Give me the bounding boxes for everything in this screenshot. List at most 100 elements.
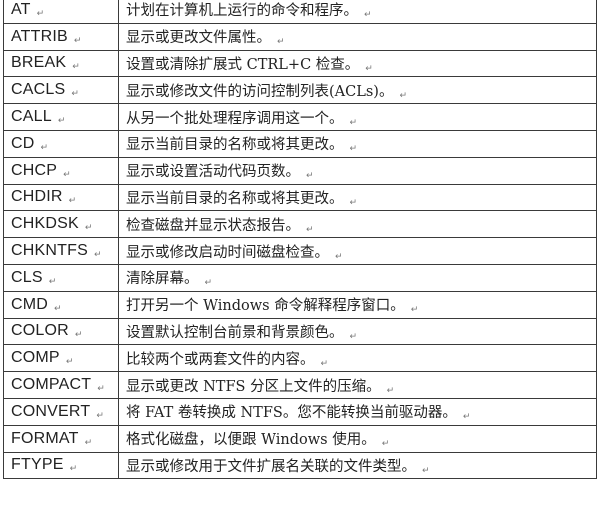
paragraph-mark-icon: ↵ [422,465,430,476]
command-description: 将 FAT 卷转换成 NTFS。您不能转换当前驱动器。 [126,405,457,422]
command-name: CHKDSK [11,215,79,233]
command-description: 打开另一个 Windows 命令解释程序窗口。 [126,298,405,315]
paragraph-mark-icon: ↵ [399,90,407,101]
command-name: FORMAT [11,429,79,447]
command-name: CMD [11,295,49,313]
command-cell: CLS ↵ [3,263,119,292]
description-cell: 将 FAT 卷转换成 NTFS。您不能转换当前驱动器。 ↵ [118,397,597,426]
paragraph-mark-icon: ↵ [48,276,57,287]
table-row: ATTRIB ↵ 显示或更改文件属性。 ↵ [3,22,597,51]
command-cell: CALL ↵ [3,103,119,131]
paragraph-mark-icon: ↵ [349,197,358,208]
command-name: BREAK [11,54,67,72]
paragraph-mark-icon: ↵ [73,35,82,46]
table-row: FORMAT ↵ 格式化磁盘，以便跟 Windows 使用。 ↵ [3,424,597,453]
command-name: COMP [11,349,60,367]
command-description: 设置默认控制台前景和背景颜色。 [126,324,344,341]
paragraph-mark-icon: ↵ [349,117,358,128]
command-table: AT ↵ 计划在计算机上运行的命令和程序。 ↵ ATTRIB ↵ 显示或更改文件属性。 ↵ BR… [3,0,597,480]
command-description: 显示当前目录的名称或将其更改。 [126,190,344,207]
description-cell: 显示或修改用于文件扩展名关联的文件类型。 ↵ [118,451,597,480]
description-cell: 设置或清除扩展式 CTRL+C 检查。 ↵ [118,49,597,78]
command-description: 显示或修改启动时间磁盘检查。 [126,244,329,261]
command-description: 显示或修改用于文件扩展名关联的文件类型。 [126,458,416,475]
description-cell: 打开另一个 Windows 命令解释程序窗口。 ↵ [118,290,597,319]
command-name: CHDIR [11,188,63,206]
command-name: ATTRIB [11,27,68,45]
description-cell: 设置默认控制台前景和背景颜色。 ↵ [118,317,597,346]
command-cell: CHKDSK ↵ [3,210,119,239]
paragraph-mark-icon: ↵ [410,305,419,316]
paragraph-mark-icon: ↵ [335,251,343,262]
paragraph-mark-icon: ↵ [204,278,213,289]
command-cell: CMD ↵ [3,290,119,319]
paragraph-mark-icon: ↵ [84,223,93,234]
paragraph-mark-icon: ↵ [36,8,45,19]
paragraph-mark-icon: ↵ [69,464,78,475]
command-description: 从另一个批处理程序调用这一个。 [126,110,344,127]
description-cell: 格式化磁盘，以便跟 Windows 使用。 ↵ [118,424,597,453]
paragraph-mark-icon: ↵ [462,412,471,423]
table-row: CD ↵ 显示当前目录的名称或将其更改。 ↵ [3,129,597,158]
description-cell: 比较两个或两套文件的内容。 ↵ [118,344,597,373]
paragraph-mark-icon: ↵ [74,330,83,341]
command-description: 显示或更改文件属性。 [126,30,271,47]
command-name: FTYPE [11,456,64,474]
command-name: CACLS [11,81,66,99]
description-cell: 显示或设置活动代码页数。 ↵ [118,156,597,185]
description-cell: 检查磁盘并显示状态报告。 ↵ [118,210,597,239]
table-row: BREAK ↵ 设置或清除扩展式 CTRL+C 检查。 ↵ [3,49,597,78]
table-row: CACLS ↵ 显示或修改文件的访问控制列表(ACLs)。 ↵ [3,76,597,105]
command-cell: COLOR ↵ [3,317,119,346]
command-description: 检查磁盘并显示状态报告。 [126,217,300,234]
paragraph-mark-icon: ↵ [40,142,49,153]
paragraph-mark-icon: ↵ [68,196,77,207]
description-cell: 显示或更改文件属性。 ↵ [118,22,597,51]
command-description: 显示或更改 NTFS 分区上文件的压缩。 [126,378,381,395]
table-row: COMP ↵ 比较两个或两套文件的内容。 ↵ [3,344,597,373]
paragraph-mark-icon: ↵ [320,358,329,369]
command-cell: CD ↵ [3,129,119,158]
command-name: CONVERT [11,402,91,420]
table-row: AT ↵ 计划在计算机上运行的命令和程序。 ↵ [3,0,597,24]
command-cell: FORMAT ↵ [3,424,119,453]
command-description: 清除屏幕。 [126,271,199,288]
command-description: 计划在计算机上运行的命令和程序。 [126,3,358,20]
description-cell: 清除屏幕。 ↵ [118,263,597,292]
command-cell: COMP ↵ [3,344,119,373]
paragraph-mark-icon: ↵ [63,169,71,180]
paragraph-mark-icon: ↵ [381,439,390,450]
paragraph-mark-icon: ↵ [306,171,314,182]
paragraph-mark-icon: ↵ [349,144,358,155]
command-name: CHCP [11,161,58,179]
command-cell: CACLS ↵ [3,76,119,105]
command-description: 格式化磁盘，以便跟 Windows 使用。 [126,432,376,449]
paragraph-mark-icon: ↵ [65,357,74,368]
table-row: CHDIR ↵ 显示当前目录的名称或将其更改。 ↵ [3,183,597,212]
command-cell: CONVERT ↵ [3,397,119,426]
description-cell: 显示当前目录的名称或将其更改。 ↵ [118,129,597,158]
command-cell: COMPACT ↵ [3,371,119,399]
command-cell: ATTRIB ↵ [3,22,119,51]
paragraph-mark-icon: ↵ [349,331,358,342]
table-row: CONVERT ↵ 将 FAT 卷转换成 NTFS。您不能转换当前驱动器。 ↵ [3,397,597,426]
description-cell: 计划在计算机上运行的命令和程序。 ↵ [118,0,597,24]
paragraph-mark-icon: ↵ [84,437,93,448]
command-name: CALL [11,108,52,126]
paragraph-mark-icon: ↵ [277,37,285,48]
paragraph-mark-icon: ↵ [54,303,62,314]
table-row: COLOR ↵ 设置默认控制台前景和背景颜色。 ↵ [3,317,597,346]
command-name: COLOR [11,322,69,340]
command-cell: BREAK ↵ [3,49,119,78]
command-name: CLS [11,268,43,286]
paragraph-mark-icon: ↵ [306,224,314,235]
description-cell: 显示或修改启动时间磁盘检查。 ↵ [118,237,597,265]
command-cell: CHCP ↵ [3,156,119,185]
description-cell: 从另一个批处理程序调用这一个。 ↵ [118,103,597,131]
table-row: CHKDSK ↵ 检查磁盘并显示状态报告。 ↵ [3,210,597,239]
table-row: CALL ↵ 从另一个批处理程序调用这一个。 ↵ [3,103,597,131]
command-cell: FTYPE ↵ [3,451,119,480]
command-cell: AT ↵ [3,0,119,24]
command-name: CHKNTFS [11,242,88,260]
command-cell: CHDIR ↵ [3,183,119,212]
